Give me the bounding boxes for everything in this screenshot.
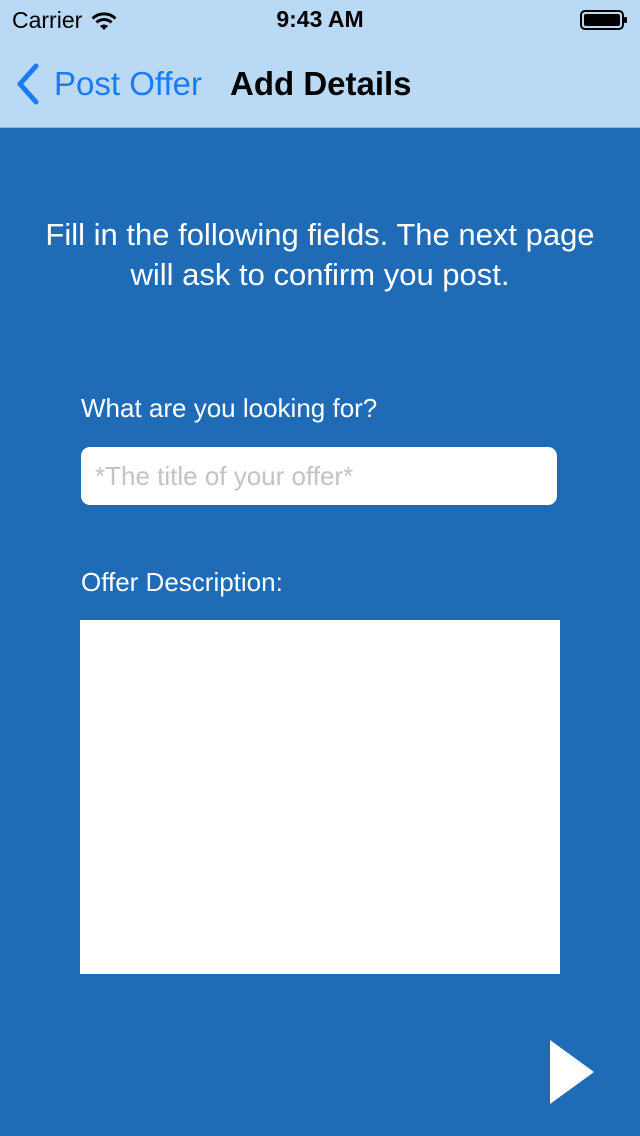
description-field-label: Offer Description: bbox=[81, 567, 283, 597]
play-arrow-icon bbox=[550, 1040, 594, 1104]
navigation-bar: Post Offer Add Details bbox=[0, 40, 640, 128]
page-title: Add Details bbox=[230, 65, 412, 102]
top-bar: Carrier 9:43 AM Post Offer Add Details bbox=[0, 0, 640, 128]
offer-title-input[interactable] bbox=[81, 447, 557, 505]
next-button[interactable] bbox=[546, 1036, 598, 1108]
status-bar: Carrier 9:43 AM bbox=[0, 0, 640, 40]
back-button[interactable]: Post Offer bbox=[14, 62, 202, 106]
title-field-label: What are you looking for? bbox=[81, 393, 378, 423]
back-button-label: Post Offer bbox=[54, 65, 202, 102]
instructions-text: Fill in the following fields. The next p… bbox=[45, 217, 595, 292]
chevron-left-icon bbox=[17, 63, 39, 105]
battery-icon bbox=[580, 10, 627, 30]
status-time: 9:43 AM bbox=[276, 6, 364, 32]
offer-description-textarea[interactable] bbox=[80, 620, 560, 974]
